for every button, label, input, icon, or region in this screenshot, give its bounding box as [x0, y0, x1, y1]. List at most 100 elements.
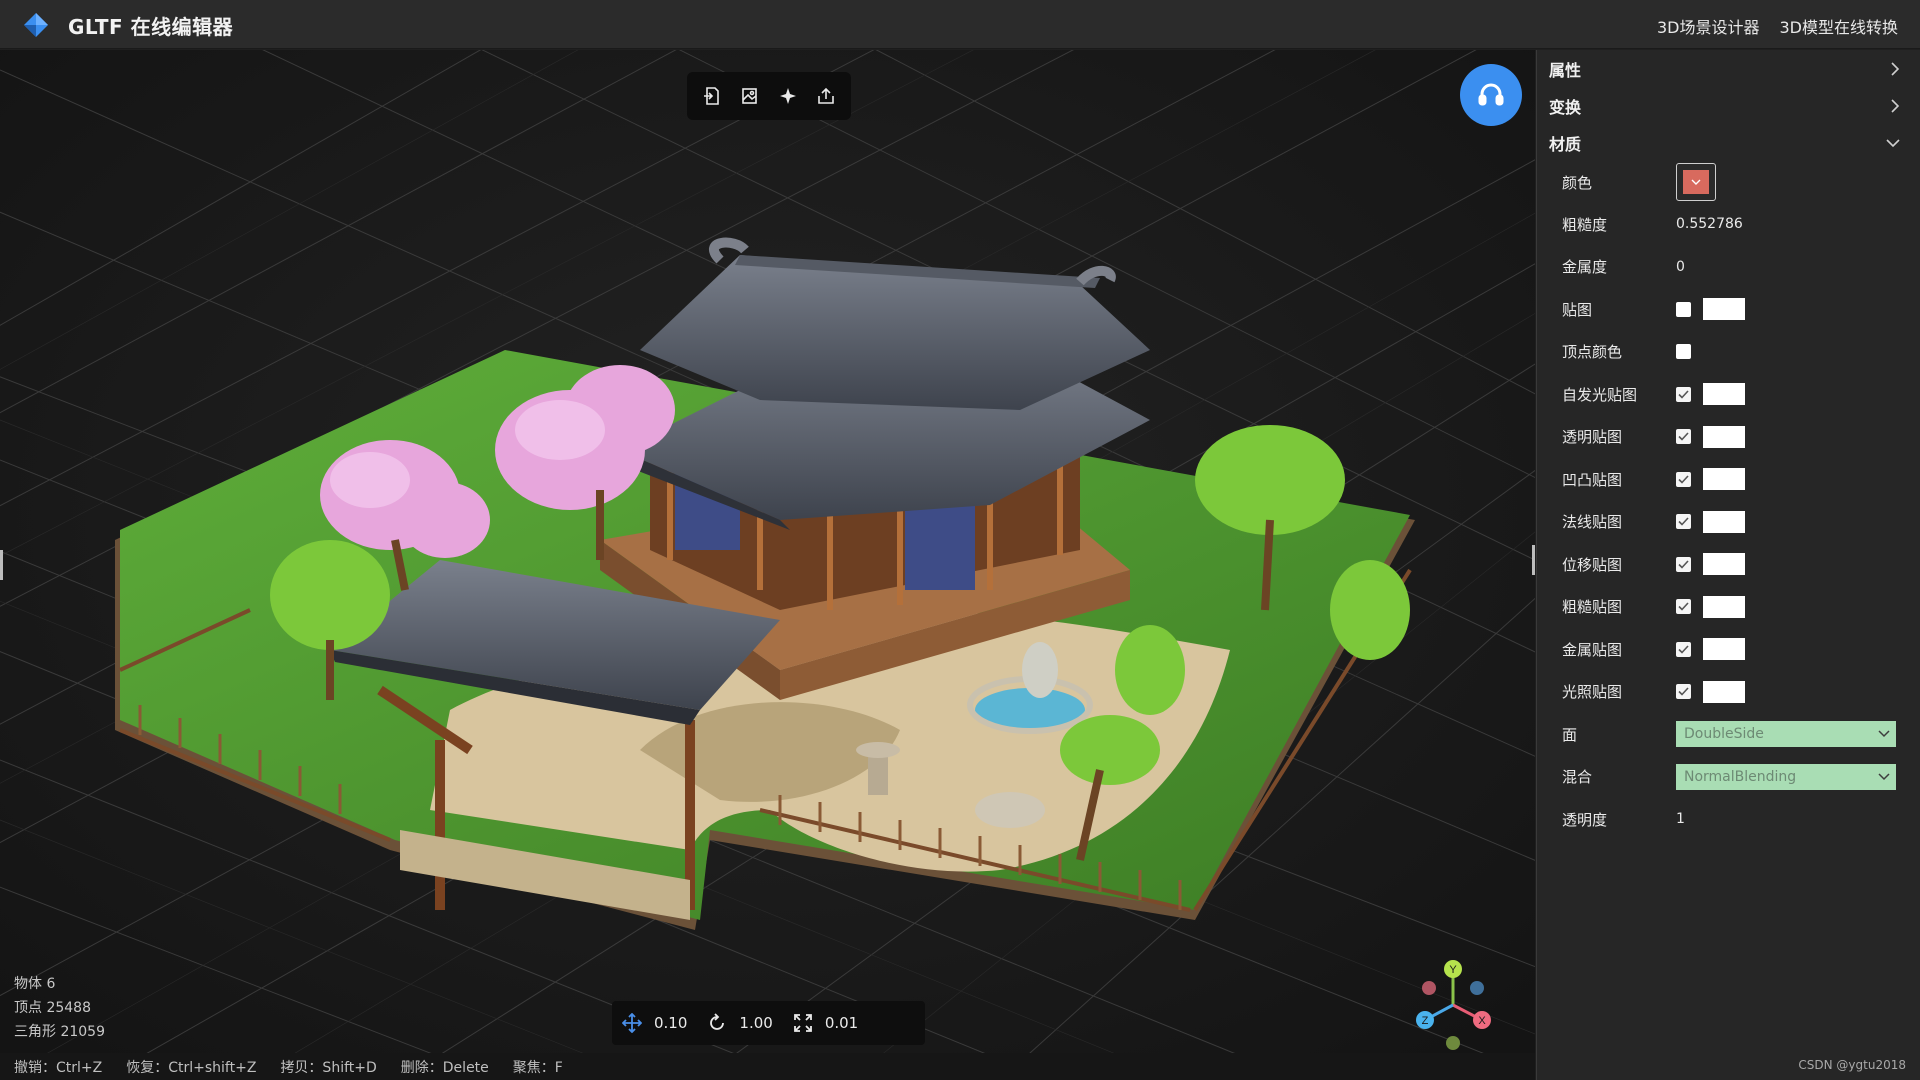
opacity-value[interactable]: 1 — [1676, 811, 1685, 827]
transform-snap-bar: 0.10 1.00 0.01 — [612, 1001, 925, 1045]
axis-gizmo[interactable]: Y X Z — [1405, 955, 1505, 1055]
texture-slot[interactable] — [1703, 510, 1745, 533]
texture-map-checkbox[interactable] — [1676, 599, 1691, 615]
texture-map-checkbox[interactable] — [1676, 684, 1691, 700]
texture-slot[interactable] — [1703, 298, 1745, 321]
shortcut-copy: 拷贝：Shift+D — [280, 1059, 377, 1076]
texture-map-checkbox[interactable] — [1676, 429, 1691, 445]
roughness-value[interactable]: 0.552786 — [1676, 216, 1743, 232]
texture-slot[interactable] — [1703, 553, 1745, 576]
metalness-value[interactable]: 0 — [1676, 259, 1685, 275]
checkmark-icon — [1678, 645, 1689, 654]
texture-map-checkbox[interactable] — [1676, 301, 1691, 317]
object-count: 物体 6 — [14, 976, 56, 992]
shortcut-delete: 删除：Delete — [400, 1059, 489, 1076]
shortcut-undo: 撤销：Ctrl+Z — [14, 1059, 103, 1076]
blending-row: 混合 NormalBlending — [1537, 756, 1920, 799]
model-converter-link[interactable]: 3D模型在线转换 — [1779, 14, 1898, 38]
svg-text:X: X — [1478, 1015, 1486, 1027]
texture-map-label: 透明贴图 — [1562, 428, 1623, 447]
shortcut-hints: 撤销：Ctrl+Z 恢复：Ctrl+shift+Z 拷贝：Shift+D 删除：… — [0, 1053, 1535, 1080]
texture-map-row: 法线贴图 — [1537, 501, 1920, 544]
texture-map-label: 凹凸贴图 — [1562, 470, 1623, 489]
scene-stats: 物体 6 顶点 25488 三角形 21059 — [14, 972, 105, 1044]
section-properties[interactable]: 属性 — [1537, 50, 1920, 87]
shortcut-redo: 恢复：Ctrl+shift+Z — [126, 1059, 257, 1076]
3d-viewport[interactable]: 物体 6 顶点 25488 三角形 21059 0.10 1.00 0.01 Y… — [0, 50, 1535, 1080]
texture-map-row: 贴图 — [1537, 288, 1920, 331]
focus-icon[interactable] — [775, 83, 801, 109]
texture-map-row: 光照贴图 — [1537, 671, 1920, 714]
chevron-right-icon — [1891, 61, 1900, 76]
metalness-row: 金属度 0 — [1537, 246, 1920, 289]
image-export-icon[interactable] — [737, 83, 763, 109]
scale-snap[interactable]: 0.01 — [793, 1013, 858, 1033]
chevron-down-icon — [1878, 773, 1890, 780]
texture-map-row: 金属贴图 — [1537, 628, 1920, 671]
checkmark-icon — [1678, 390, 1689, 399]
side-label: 面 — [1562, 725, 1578, 744]
translate-snap-value: 0.10 — [654, 1014, 688, 1032]
texture-map-checkbox[interactable] — [1676, 556, 1691, 572]
texture-map-label: 贴图 — [1562, 300, 1593, 319]
texture-map-label: 光照贴图 — [1562, 683, 1623, 702]
headset-icon — [1478, 83, 1504, 106]
export-icon[interactable] — [813, 83, 839, 109]
svg-text:Z: Z — [1422, 1015, 1429, 1027]
triangle-count: 三角形 21059 — [14, 1024, 105, 1040]
roughness-row: 粗糙度 0.552786 — [1537, 203, 1920, 246]
texture-map-label: 金属贴图 — [1562, 640, 1623, 659]
texture-map-label: 自发光贴图 — [1562, 385, 1638, 404]
texture-map-checkbox[interactable] — [1676, 471, 1691, 487]
texture-map-checkbox[interactable] — [1676, 641, 1691, 657]
texture-map-checkbox[interactable] — [1676, 344, 1691, 360]
shortcut-focus: 聚焦：F — [512, 1059, 563, 1076]
texture-map-label: 法线贴图 — [1562, 513, 1623, 532]
chevron-down-icon — [1878, 730, 1890, 738]
rotate-icon — [710, 1013, 725, 1030]
texture-map-checkbox[interactable] — [1676, 514, 1691, 530]
top-links: 3D场景设计器 3D模型在线转换 — [1657, 14, 1898, 38]
side-select[interactable]: DoubleSide — [1676, 721, 1896, 748]
customer-support-button[interactable] — [1460, 64, 1522, 126]
translate-snap[interactable]: 0.10 — [622, 1013, 687, 1033]
app-title: GLTF 在线编辑器 — [68, 15, 234, 39]
credit-text: CSDN @ygtu2018 — [1798, 1058, 1906, 1072]
move-icon — [622, 1013, 642, 1033]
checkmark-icon — [1678, 560, 1689, 569]
texture-map-row: 凹凸贴图 — [1537, 458, 1920, 501]
material-color-row: 颜色 — [1537, 161, 1920, 203]
top-bar: GLTF 在线编辑器 3D场景设计器 3D模型在线转换 — [0, 0, 1920, 49]
rotate-snap-value: 1.00 — [739, 1014, 773, 1032]
scene-toolbar — [687, 72, 851, 120]
section-transform[interactable]: 变换 — [1537, 87, 1920, 124]
chevron-right-icon — [1891, 98, 1900, 113]
section-material[interactable]: 材质 — [1537, 124, 1920, 161]
texture-map-row: 粗糙贴图 — [1537, 586, 1920, 629]
scene-designer-link[interactable]: 3D场景设计器 — [1657, 14, 1760, 38]
texture-slot[interactable] — [1703, 680, 1745, 703]
checkmark-icon — [1678, 432, 1689, 441]
blending-select[interactable]: NormalBlending — [1676, 763, 1896, 790]
import-icon[interactable] — [699, 83, 725, 109]
scale-icon — [793, 1014, 812, 1032]
opacity-label: 透明度 — [1562, 810, 1608, 829]
material-color-label: 颜色 — [1562, 173, 1593, 192]
texture-map-label: 位移贴图 — [1562, 555, 1623, 574]
texture-slot[interactable] — [1703, 468, 1745, 491]
texture-slot[interactable] — [1703, 638, 1745, 661]
side-select-value: DoubleSide — [1684, 726, 1764, 743]
texture-map-label: 顶点颜色 — [1562, 343, 1623, 362]
material-color-picker[interactable] — [1676, 163, 1716, 201]
texture-slot[interactable] — [1703, 595, 1745, 618]
checkmark-icon — [1678, 517, 1689, 526]
texture-slot[interactable] — [1703, 383, 1745, 406]
blending-select-value: NormalBlending — [1684, 768, 1797, 785]
scene-canvas[interactable] — [0, 50, 1535, 1080]
texture-map-checkbox[interactable] — [1676, 386, 1691, 402]
properties-panel: 属性 变换 材质 颜色 粗糙度 0.552786 金属度 0 贴图顶点颜色自发光… — [1536, 50, 1920, 1080]
svg-text:Y: Y — [1449, 964, 1457, 976]
texture-slot[interactable] — [1703, 425, 1745, 448]
rotate-snap[interactable]: 1.00 — [707, 1013, 773, 1033]
metalness-label: 金属度 — [1562, 258, 1608, 277]
